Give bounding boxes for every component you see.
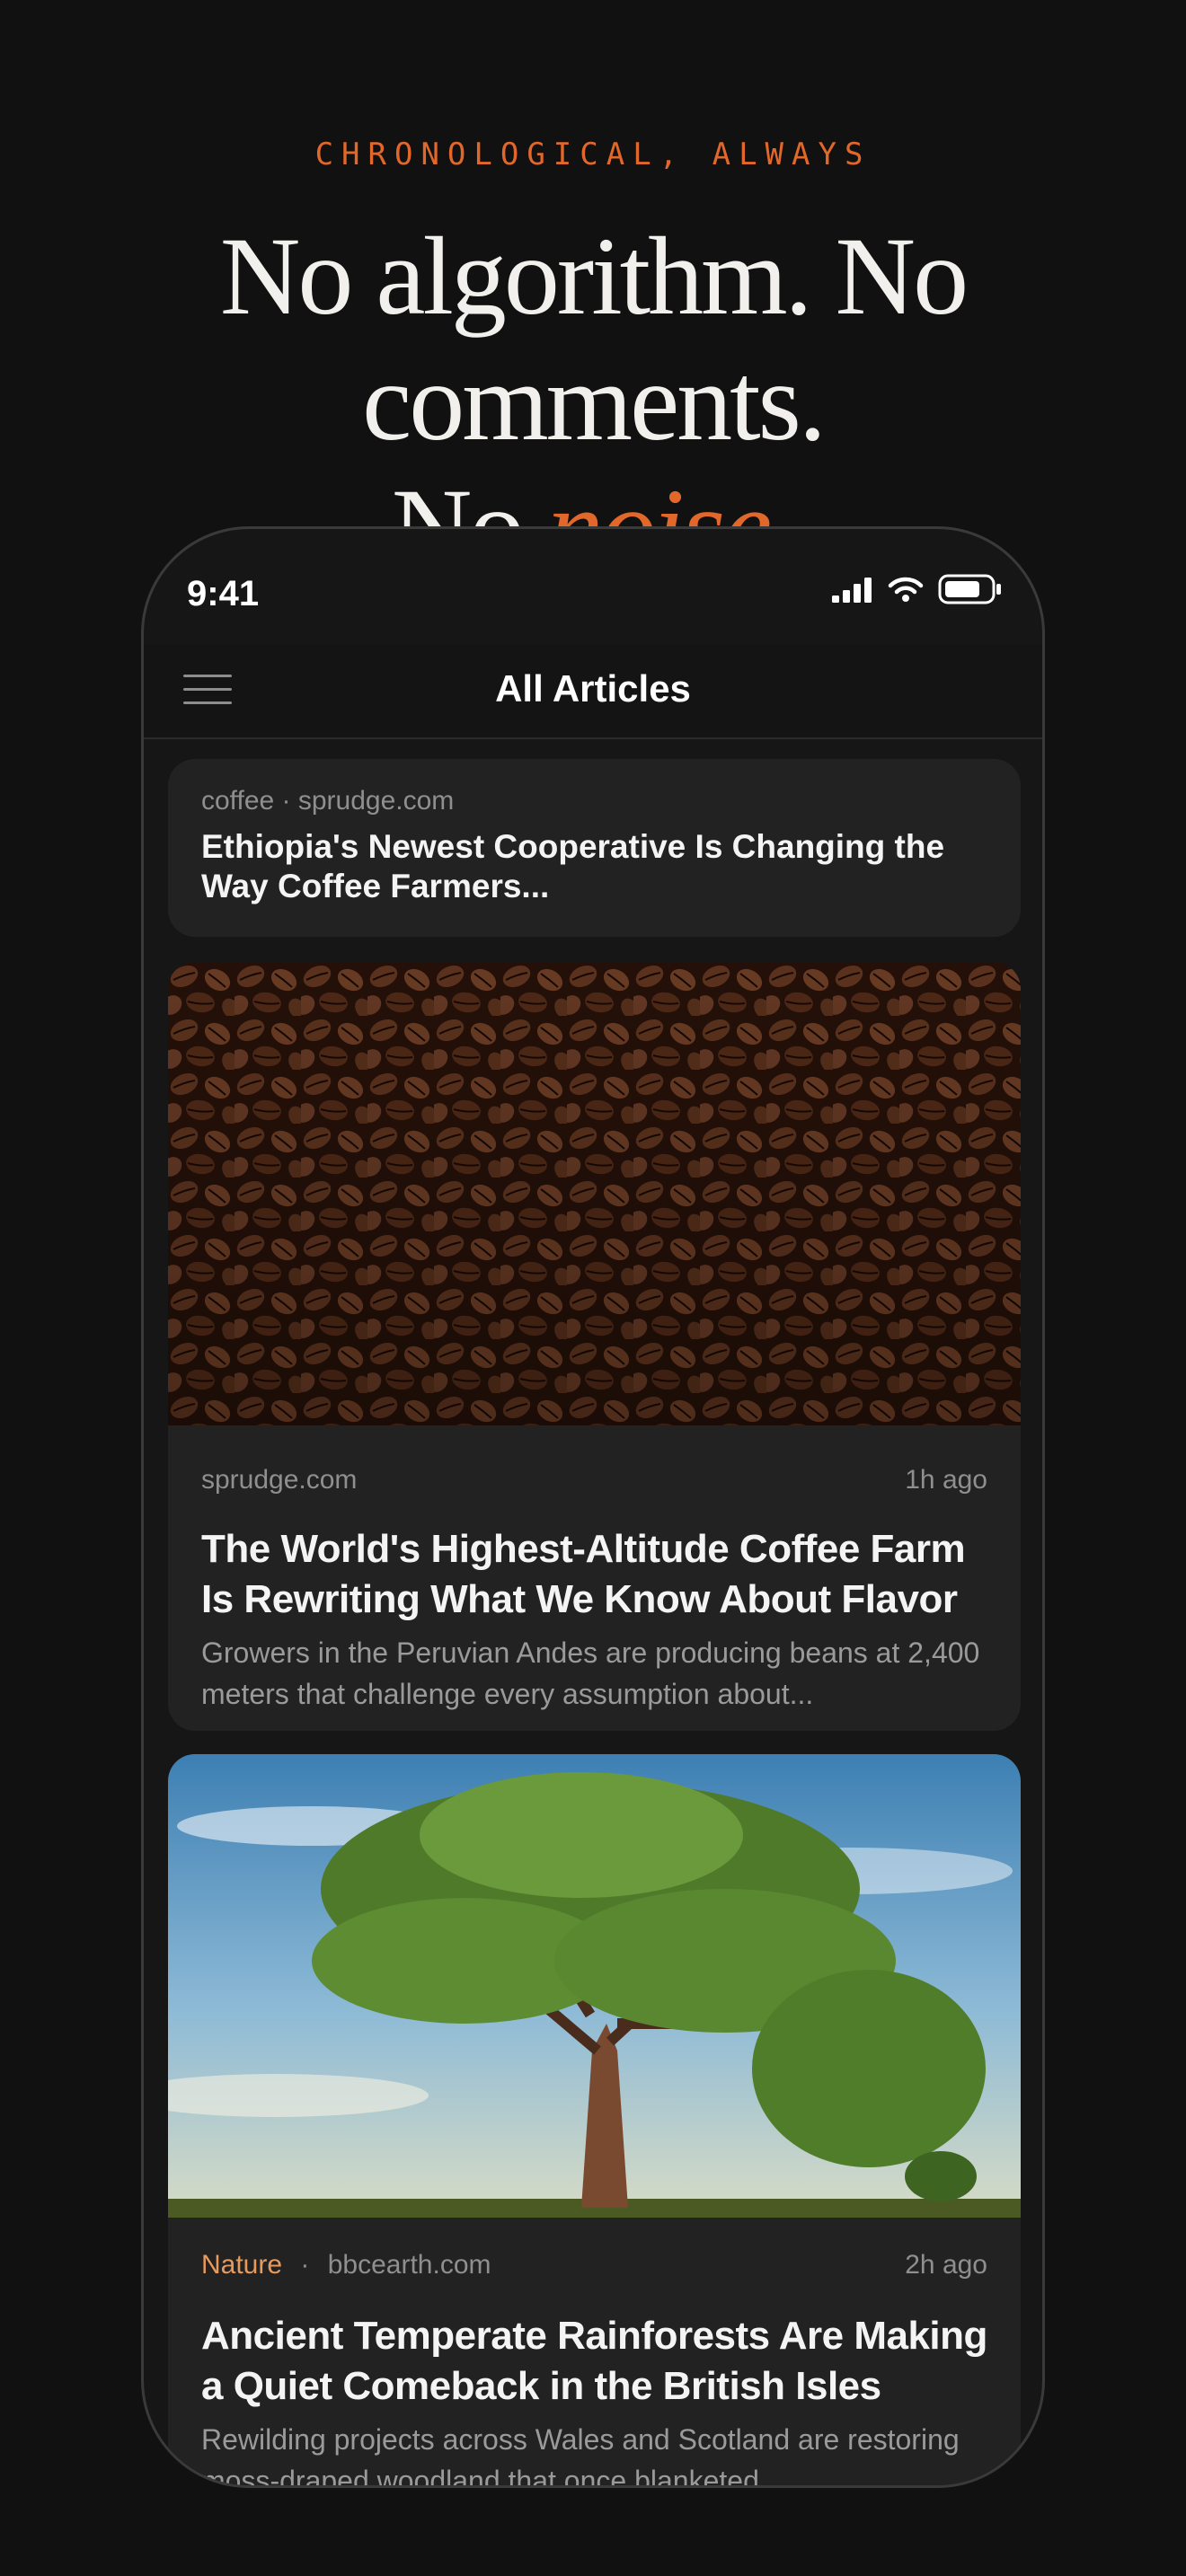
article-title: Ancient Temperate Rainforests Are Making…: [201, 2314, 987, 2408]
eyebrow-tagline: CHRONOLOGICAL, ALWAYS: [314, 137, 872, 172]
article-card[interactable]: coffee · sprudge.com Ethiopia's Newest C…: [168, 759, 1021, 937]
article-meta: Nature · bbcearth.com 2h ago: [201, 2250, 987, 2280]
article-source: bbcearth.com: [327, 2250, 491, 2280]
meta-separator: ·: [300, 2250, 310, 2280]
status-time: 9:41: [187, 574, 260, 613]
article-meta: sprudge.com 1h ago: [201, 1465, 987, 1495]
status-bar: 9:41: [144, 529, 1042, 644]
article-title: The World's Highest-Altitude Coffee Farm…: [201, 1527, 966, 1621]
cellular-signal-icon: [832, 578, 872, 603]
coffee-beans-image: [168, 962, 1021, 1425]
nav-bar: All Articles: [144, 644, 1042, 739]
article-card[interactable]: sprudge.com 1h ago The World's Highest-A…: [168, 962, 1021, 1731]
article-category: Nature: [201, 2250, 283, 2280]
nav-title: All Articles: [495, 667, 691, 710]
article-time: 2h ago: [905, 2250, 987, 2280]
article-excerpt: Growers in the Peruvian Andes are produc…: [201, 1636, 980, 1710]
tree-landscape-image: [168, 1754, 1021, 2218]
battery-icon: [938, 574, 1001, 604]
article-time: 1h ago: [905, 1465, 987, 1495]
article-card[interactable]: Nature · bbcearth.com 2h ago Ancient Tem…: [168, 1754, 1021, 2488]
headline-line-1: No algorithm. No comments.: [219, 215, 969, 463]
article-title: Ethiopia's Newest Cooperative Is Changin…: [201, 828, 945, 904]
wifi-icon: [888, 577, 924, 602]
article-meta: coffee · sprudge.com: [201, 786, 455, 816]
phone-mockup: 9:41 All Articles coffee · sprudge.com E: [141, 526, 1045, 2488]
article-source: sprudge.com: [201, 1465, 358, 1495]
article-excerpt: Rewilding projects across Wales and Scot…: [201, 2423, 960, 2488]
